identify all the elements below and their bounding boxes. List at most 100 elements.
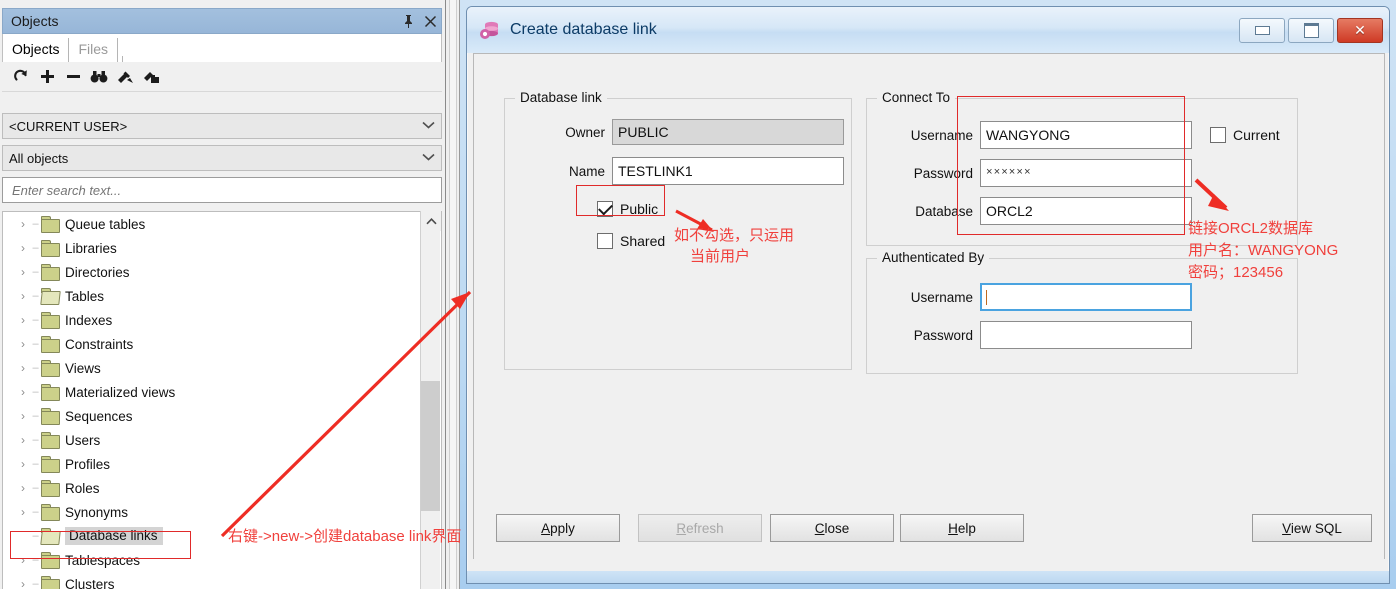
chevron-right-icon[interactable]: ›: [15, 289, 31, 303]
objects-panel-toolbar: [2, 62, 442, 92]
tab-objects[interactable]: Objects: [3, 38, 70, 62]
tree-item-roles[interactable]: › – Roles: [3, 476, 413, 500]
refresh-icon[interactable]: [8, 65, 34, 89]
chevron-right-icon[interactable]: ›: [15, 409, 31, 423]
auth-password-field[interactable]: [980, 321, 1192, 349]
tree-item-label: Synonyms: [65, 504, 129, 520]
tree-item-tables[interactable]: › – Tables: [3, 284, 413, 308]
dialog-footer-strip: [467, 571, 1389, 583]
search-input[interactable]: [10, 181, 434, 199]
maximize-button[interactable]: [1288, 17, 1334, 43]
current-checkbox[interactable]: [1210, 127, 1226, 143]
connect-username-row: Username WANGYONG Current: [867, 121, 1280, 149]
folder-icon: [40, 480, 60, 497]
tree-item-label: Clusters: [65, 576, 115, 589]
tree-item-constraints[interactable]: › – Constraints: [3, 332, 413, 356]
scrollbar-thumb[interactable]: [421, 381, 440, 511]
chevron-right-icon[interactable]: ›: [15, 553, 31, 567]
help-button[interactable]: Help: [900, 514, 1024, 542]
close-label: lose: [824, 520, 850, 536]
chevron-right-icon[interactable]: ›: [15, 241, 31, 255]
authenticated-by-legend: Authenticated By: [877, 250, 990, 265]
tree-item-clusters[interactable]: › – Clusters: [3, 572, 413, 589]
tree-item-profiles[interactable]: › – Profiles: [3, 452, 413, 476]
tree-item-queue-tables[interactable]: › – Queue tables: [3, 212, 413, 236]
tree-item-indexes[interactable]: › – Indexes: [3, 308, 413, 332]
folder-icon: [40, 384, 60, 401]
connect-username-field[interactable]: WANGYONG: [980, 121, 1192, 149]
tree-item-tablespaces[interactable]: › – Tablespaces: [3, 548, 413, 572]
connect-password-row: Password ××××××: [867, 159, 1192, 187]
chevron-right-icon[interactable]: ›: [15, 361, 31, 375]
chevron-right-icon[interactable]: ›: [15, 265, 31, 279]
folder-icon: [40, 408, 60, 425]
tree-connector: –: [32, 482, 39, 494]
close-icon[interactable]: [419, 10, 441, 32]
user-filter-dropdown[interactable]: <CURRENT USER>: [2, 113, 442, 139]
connect-database-field[interactable]: ORCL2: [980, 197, 1192, 225]
folder-icon: [40, 432, 60, 449]
folder-tool-icon[interactable]: [138, 65, 164, 89]
folder-icon: [40, 264, 60, 281]
remove-icon[interactable]: [60, 65, 86, 89]
tree-item-views[interactable]: › – Views: [3, 356, 413, 380]
help-label: elp: [957, 520, 976, 536]
tree-item-label: Tablespaces: [65, 552, 141, 568]
tree-item-libraries[interactable]: › – Libraries: [3, 236, 413, 260]
tree-item-label: Directories: [65, 264, 130, 280]
public-checkbox[interactable]: [597, 200, 613, 217]
database-link-icon: [479, 19, 501, 41]
auth-username-field[interactable]: [980, 283, 1192, 311]
objects-panel-titlebar: Objects: [2, 8, 442, 34]
object-filter-dropdown[interactable]: All objects: [2, 145, 442, 171]
minimize-button[interactable]: [1239, 17, 1285, 43]
chevron-right-icon[interactable]: ›: [15, 577, 31, 589]
tree-item-sequences[interactable]: › – Sequences: [3, 404, 413, 428]
chevron-right-icon[interactable]: ›: [15, 217, 31, 231]
tree-item-users[interactable]: › – Users: [3, 428, 413, 452]
folder-icon: [40, 528, 61, 545]
tab-files[interactable]: Files: [69, 38, 119, 62]
close-button-footer[interactable]: Close: [770, 514, 894, 542]
chevron-right-icon[interactable]: ›: [15, 457, 31, 471]
current-checkbox-row[interactable]: Current: [1210, 127, 1280, 143]
chevron-right-icon[interactable]: ›: [15, 505, 31, 519]
tree-item-synonyms[interactable]: › – Synonyms: [3, 500, 413, 524]
chevron-right-icon[interactable]: ›: [15, 433, 31, 447]
apply-button[interactable]: Apply: [496, 514, 620, 542]
panel-splitter[interactable]: [446, 0, 460, 589]
chevron-right-icon[interactable]: ›: [15, 385, 31, 399]
tree-connector: –: [32, 386, 39, 398]
chevron-right-icon[interactable]: ›: [15, 337, 31, 351]
find-icon[interactable]: [86, 65, 112, 89]
password-masked-value: ××××××: [986, 167, 1032, 179]
folder-icon: [40, 240, 60, 257]
help-accesskey: H: [948, 520, 958, 536]
object-filter-value: All objects: [9, 150, 69, 166]
filter-icon[interactable]: [112, 65, 138, 89]
view-sql-accesskey: V: [1282, 520, 1291, 536]
name-field[interactable]: TESTLINK1: [612, 157, 844, 185]
tree-item-materialized-views[interactable]: › – Materialized views: [3, 380, 413, 404]
shared-checkbox-row[interactable]: Shared: [597, 233, 665, 249]
tree-connector: –: [32, 410, 39, 422]
add-icon[interactable]: [34, 65, 60, 89]
tree-item-label: Database links: [65, 527, 163, 545]
pin-icon[interactable]: [397, 10, 419, 32]
public-checkbox-row[interactable]: Public: [597, 200, 658, 217]
tree-connector: –: [32, 434, 39, 446]
shared-checkbox[interactable]: [597, 233, 613, 249]
chevron-right-icon[interactable]: ›: [15, 313, 31, 327]
connect-password-field[interactable]: ××××××: [980, 159, 1192, 187]
close-button[interactable]: ✕: [1337, 17, 1383, 43]
search-input-wrapper[interactable]: [2, 177, 442, 203]
dialog-titlebar[interactable]: Create database link ✕: [467, 7, 1389, 53]
check-icon: [597, 200, 613, 215]
minimize-icon: [1254, 25, 1270, 35]
connect-database-label: Database: [915, 203, 973, 219]
tree-connector: –: [32, 578, 39, 589]
chevron-right-icon[interactable]: ›: [15, 481, 31, 495]
scroll-up-icon[interactable]: [421, 211, 441, 231]
view-sql-button[interactable]: View SQL: [1252, 514, 1372, 542]
tree-item-directories[interactable]: › – Directories: [3, 260, 413, 284]
